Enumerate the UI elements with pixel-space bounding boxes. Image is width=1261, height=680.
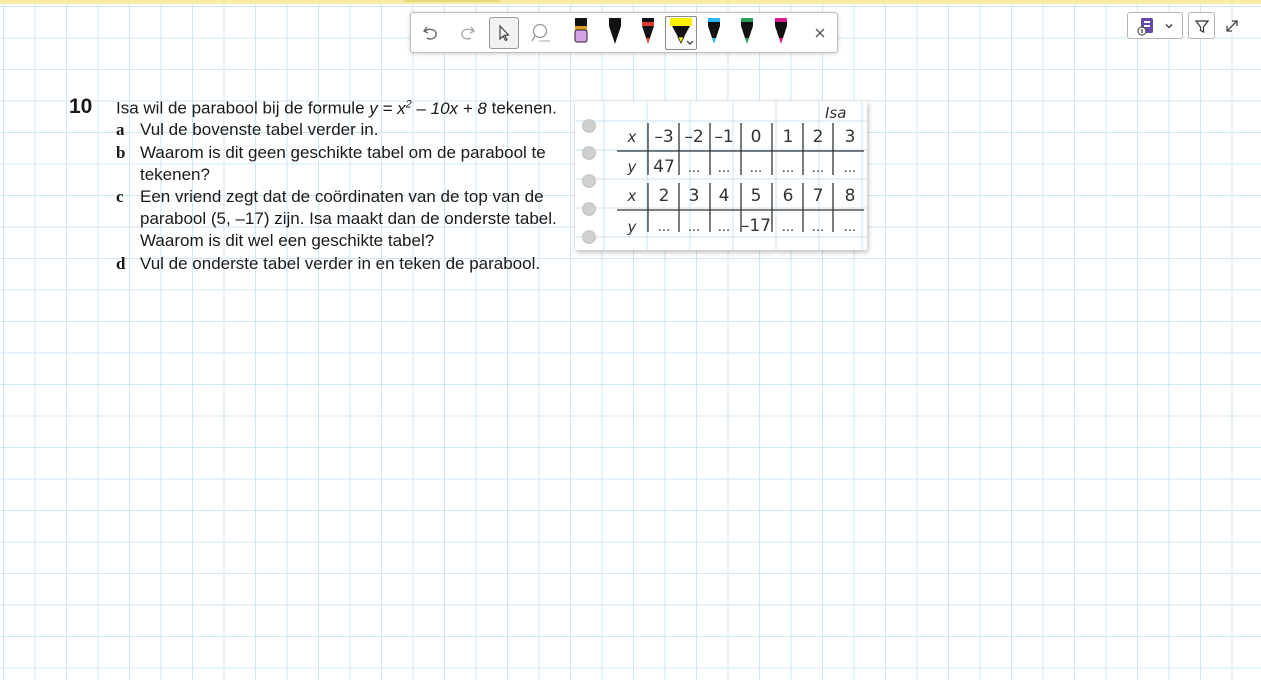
table2-y-cell: ... (718, 220, 730, 235)
lasso-tool-button[interactable] (526, 17, 556, 49)
red-pen-tool[interactable] (636, 16, 660, 50)
table1-x-cell: 1 (783, 127, 794, 147)
magenta-pen-tool[interactable] (769, 16, 793, 50)
question-b-text-1: Waarom is dit geen geschikte tabel om de… (140, 143, 546, 162)
blue-pen-tool[interactable] (702, 16, 726, 50)
green-pen-tool[interactable] (735, 16, 759, 50)
question-a-letter: a (116, 120, 125, 139)
black-pen-icon (609, 18, 621, 44)
intro-text-end: tekenen. (486, 98, 557, 118)
red-pen-icon (642, 18, 654, 44)
lasso-icon (531, 23, 550, 42)
table2-y-cell: –17 (741, 216, 771, 236)
chevron-down-icon (1165, 23, 1173, 28)
expand-button[interactable] (1222, 16, 1242, 36)
close-icon (815, 28, 825, 38)
reader-dropdown-button[interactable] (1127, 12, 1183, 39)
binder-hole (582, 202, 596, 216)
table1-x-label: x (627, 128, 637, 146)
table2-x-cell: 6 (783, 186, 794, 206)
table1-y-label: y (627, 158, 638, 176)
table1-x-cell: 3 (845, 127, 856, 147)
top-strip-tab (404, 0, 500, 2)
close-toolbar-button[interactable] (805, 17, 835, 49)
notebook-image: Isa x y –3 –2 –1 0 1 2 3 47.................. x y 2 3… (575, 101, 867, 250)
table1-y-cell: ... (718, 161, 730, 176)
black-pen-tool[interactable] (603, 16, 627, 50)
table1-y-cell: ... (844, 161, 856, 176)
binder-hole (582, 119, 596, 133)
table2-x-cell: 3 (689, 186, 700, 206)
table1-x-cell: –3 (654, 127, 673, 147)
question-c-text-3: Waarom is dit wel een geschikte tabel? (140, 231, 435, 250)
select-tool-button[interactable] (489, 17, 519, 49)
intro-text: Isa wil de parabool bij de formule (116, 98, 370, 118)
question-d-text: Vul de onderste tabel verder in en teken… (140, 254, 541, 273)
question-d-letter: d (116, 254, 126, 273)
binder-hole (582, 174, 596, 188)
top-strip (0, 0, 1261, 4)
table2-x-cell: 8 (845, 186, 856, 206)
cursor-icon (499, 24, 510, 42)
table2-y-cell: ... (782, 220, 794, 235)
table1-x-cell: –2 (684, 127, 703, 147)
undo-button[interactable] (416, 17, 446, 49)
pink-highlighter-tool[interactable] (569, 16, 593, 50)
green-pen-icon (741, 18, 753, 44)
redo-icon (461, 26, 476, 40)
formula: y = x2 – 10x + 8 (369, 98, 487, 118)
question-c-letter: c (116, 187, 124, 206)
drawing-toolbar (410, 12, 838, 53)
exercise-number: 10 (69, 95, 93, 118)
table2-x-cell: 7 (813, 186, 824, 206)
table1-y-cell: ... (782, 161, 794, 176)
table1-y-cell: 47 (653, 157, 675, 177)
question-b-text-2: tekenen? (140, 165, 210, 184)
table1-x-cell: 2 (813, 127, 824, 147)
table2-y-cell: ... (688, 220, 700, 235)
table1-y-cell: ... (812, 161, 824, 176)
binder-hole (582, 146, 596, 160)
table2-y-cell: ... (844, 220, 856, 235)
funnel-icon (1194, 19, 1209, 33)
table2-x-cell: 5 (751, 186, 762, 206)
binder-hole (582, 230, 596, 244)
table2-y-cell: ... (658, 220, 670, 235)
table1-y-cell: ... (750, 161, 762, 176)
question-a-text: Vul de bovenste tabel verder in. (140, 120, 379, 139)
undo-icon (422, 26, 437, 40)
exercise-intro: Isa wil de parabool bij de formule y = x… (116, 98, 557, 119)
table2-x-cell: 4 (719, 186, 730, 206)
table1-x-cell: –1 (714, 127, 733, 147)
table2-x-label: x (627, 187, 637, 205)
reader-icon (1137, 17, 1153, 35)
yellow-highlighter-tool[interactable] (665, 16, 697, 50)
redo-button[interactable] (452, 17, 482, 49)
blue-pen-icon (708, 18, 720, 44)
table1-y-cell: ... (688, 161, 700, 176)
question-c-text-1: Een vriend zegt dat de coördinaten van d… (140, 187, 544, 206)
question-b-letter: b (116, 143, 126, 162)
magenta-pen-icon (775, 18, 787, 44)
table2-x-cell: 2 (659, 186, 670, 206)
table2-y-cell: ... (812, 220, 824, 235)
question-c-text-2: parabool (5, –17) zijn. Isa maakt dan de… (140, 209, 557, 228)
notebook-owner: Isa (825, 104, 846, 122)
table2-y-label: y (627, 218, 638, 236)
filter-button[interactable] (1188, 12, 1215, 39)
yellow-highlighter-icon (670, 18, 694, 45)
table1-x-cell: 0 (751, 127, 762, 147)
notebook-tables: Isa xy–3 –2 –1 0 1 2 347............... ...xy2 3… (575, 101, 867, 250)
pink-highlighter-icon (574, 18, 588, 43)
expand-icon (1226, 20, 1238, 32)
